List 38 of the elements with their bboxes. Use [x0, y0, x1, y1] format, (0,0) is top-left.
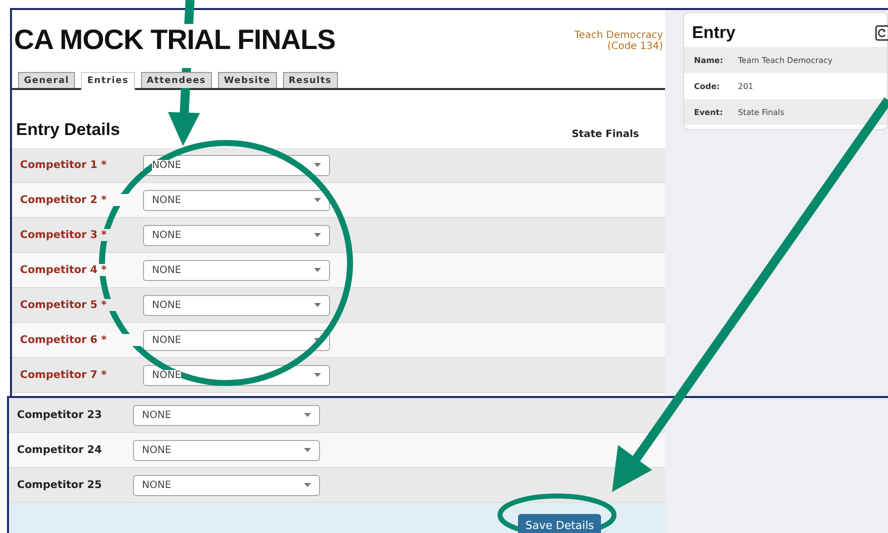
field-value: Team Teach Democracy: [738, 56, 833, 64]
competitor-dropdown[interactable]: NONE: [133, 474, 320, 496]
save-details-button[interactable]: Save Details: [518, 514, 601, 533]
tab[interactable]: Entries: [81, 72, 135, 90]
caret-icon: [314, 303, 321, 307]
card-title: Entry: [692, 23, 736, 43]
caret-icon: [314, 268, 321, 272]
organization-code: (Code 134): [607, 41, 663, 52]
competitor-dropdown[interactable]: NONE: [133, 440, 320, 460]
field-label: Code:: [693, 82, 721, 90]
competitor-dropdown[interactable]: NONE: [133, 404, 320, 426]
organization-name: Teach Democracy: [574, 30, 663, 41]
tab[interactable]: Website: [218, 72, 277, 88]
caret-icon: [314, 373, 321, 377]
field-label: Event:: [693, 108, 724, 116]
tab[interactable]: Results: [282, 72, 338, 88]
competitor-dropdown[interactable]: NONE: [143, 224, 330, 246]
caret-icon: [304, 413, 311, 417]
page-title: CA MOCK TRIAL FINALS: [14, 24, 336, 68]
caret-icon: [314, 163, 321, 167]
refresh-icon[interactable]: [875, 25, 888, 41]
caret-icon: [314, 233, 321, 237]
caret-icon: [314, 198, 321, 202]
caret-icon: [304, 448, 311, 452]
event-name: State Finals: [572, 129, 639, 140]
competitor-dropdown[interactable]: NONE: [143, 330, 330, 350]
competitor-dropdown[interactable]: NONE: [143, 294, 330, 316]
field-label: Name:: [693, 56, 724, 64]
section-title: Entry Details: [16, 120, 120, 140]
field-value: 201: [738, 82, 754, 90]
tab[interactable]: General: [18, 72, 76, 88]
caret-icon: [314, 338, 321, 342]
competitor-dropdown[interactable]: NONE: [143, 260, 330, 280]
competitor-dropdown[interactable]: NONE: [143, 154, 330, 176]
caret-icon: [304, 483, 311, 487]
field-value: State Finals: [738, 108, 784, 116]
tab[interactable]: Attendees: [140, 72, 212, 88]
competitor-dropdown[interactable]: NONE: [143, 190, 330, 210]
